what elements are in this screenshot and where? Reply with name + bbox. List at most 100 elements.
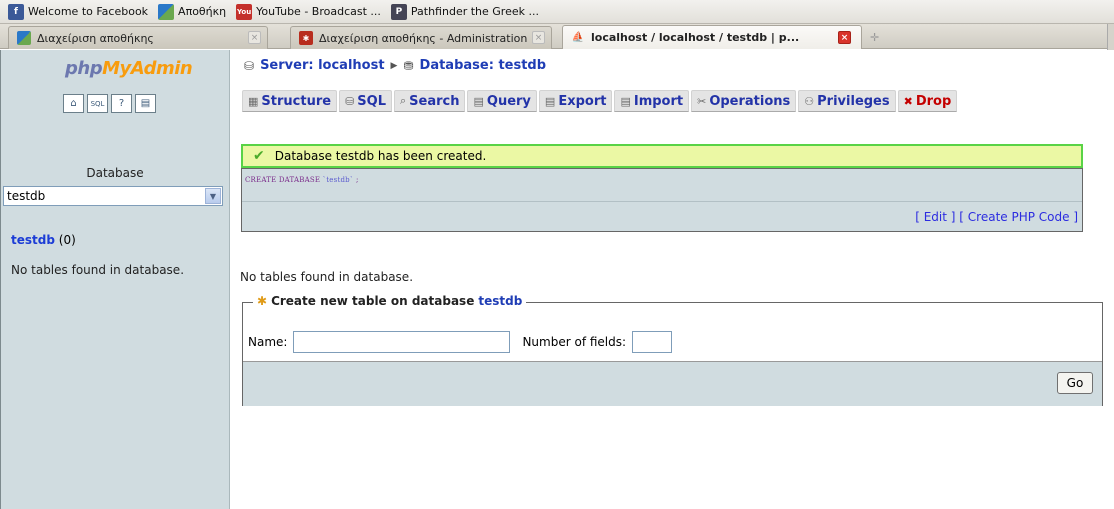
tab-privileges[interactable]: ⚇ Privileges xyxy=(798,90,896,112)
legend-text: Create new table on database xyxy=(271,294,475,308)
notice-text: Database testdb has been created. xyxy=(274,149,487,163)
create-php-code-link[interactable]: Create PHP Code xyxy=(968,210,1070,224)
docs-icon[interactable]: ▤ xyxy=(135,94,156,113)
bookmark-label: Pathfinder the Greek ... xyxy=(410,5,539,18)
tab-label: Drop xyxy=(915,93,952,109)
chevron-down-icon[interactable]: ▼ xyxy=(205,188,221,204)
import-icon: ▤ xyxy=(620,94,631,108)
sql-db-name: `testdb` xyxy=(322,176,354,184)
sql-window-icon[interactable]: SQL xyxy=(87,94,108,113)
no-tables-message: No tables found in database. xyxy=(240,270,414,284)
close-icon[interactable]: × xyxy=(532,31,545,44)
sidebar-database-entry[interactable]: testdb (0) xyxy=(11,233,76,247)
structure-icon: ▦ xyxy=(248,94,259,108)
bookmark-apothiki[interactable]: Αποθήκη xyxy=(158,3,227,20)
go-button[interactable]: Go xyxy=(1057,372,1093,394)
facebook-icon: f xyxy=(8,3,24,20)
fields-label: Number of fields: xyxy=(522,335,627,349)
tab-label: localhost / localhost / testdb | p... xyxy=(591,31,800,44)
database-icon: ⛃ xyxy=(403,58,414,73)
query-icon: ▤ xyxy=(473,94,484,108)
tab-label: Export xyxy=(558,93,607,109)
new-table-icon: ✱ xyxy=(257,294,268,308)
new-tab-icon[interactable]: ✛ xyxy=(870,31,879,44)
server-icon: ⛁ xyxy=(244,58,255,73)
sidebar: phpMyAdmin ⌂ SQL ? ▤ Database testdb ▼ t… xyxy=(0,50,230,509)
help-icon[interactable]: ? xyxy=(111,94,132,113)
tab-label: Search xyxy=(409,93,460,109)
tab-label: Query xyxy=(486,93,531,109)
search-icon: ⌕ xyxy=(399,94,407,107)
bookmarks-bar: f Welcome to Facebook Αποθήκη You YouTub… xyxy=(0,0,1114,24)
create-table-fieldset: ✱ Create new table on database testdb Na… xyxy=(242,294,1103,406)
tab-label: Διαχείριση αποθήκης xyxy=(37,31,154,45)
joomla-admin-icon: ✱ xyxy=(299,31,313,45)
home-icon[interactable]: ⌂ xyxy=(63,94,84,113)
sidebar-db-link[interactable]: testdb xyxy=(11,233,55,247)
tab-label: Privileges xyxy=(817,93,890,109)
create-table-legend: ✱ Create new table on database testdb xyxy=(253,294,527,308)
tab-sql[interactable]: ⛁ SQL xyxy=(339,90,392,112)
server-link[interactable]: Server: localhost xyxy=(260,58,384,73)
arrow-right-icon: ▶ xyxy=(390,60,398,71)
tab-label: SQL xyxy=(357,93,386,109)
tab-label: Διαχείριση αποθήκης - Administration xyxy=(319,31,528,45)
sql-icon: ⛁ xyxy=(345,94,355,108)
drop-icon: ✖ xyxy=(903,94,913,108)
pathfinder-icon: P xyxy=(390,3,407,20)
bookmark-youtube[interactable]: You YouTube - Broadcast ... xyxy=(236,3,381,20)
tab-diaxeirisi[interactable]: Διαχείριση αποθήκης × xyxy=(8,26,268,49)
bookmark-label: Αποθήκη xyxy=(178,5,227,18)
sql-terminator: ; xyxy=(355,176,359,184)
browser-tab-bar: Διαχείριση αποθήκης × ✱ Διαχείριση αποθή… xyxy=(0,24,1114,49)
sql-keyword: CREATE DATABASE xyxy=(245,176,321,184)
close-icon[interactable]: × xyxy=(248,31,261,44)
breadcrumb: ⛁ Server: localhost ▶ ⛃ Database: testdb xyxy=(244,58,546,73)
database-label: Database xyxy=(86,166,144,180)
tab-label: Structure xyxy=(261,93,332,109)
tab-label: Import xyxy=(633,93,684,109)
export-icon: ▤ xyxy=(544,94,556,108)
joomla-icon xyxy=(158,3,175,20)
sql-code: CREATE DATABASE `testdb` ; xyxy=(245,176,359,184)
bookmark-pathfinder[interactable]: P Pathfinder the Greek ... xyxy=(390,3,539,20)
create-table-footer: Go xyxy=(243,361,1102,406)
edit-link[interactable]: Edit xyxy=(924,210,947,224)
database-select[interactable]: testdb ▼ xyxy=(3,186,223,206)
tab-export[interactable]: ▤ Export xyxy=(538,90,613,112)
selected-database: testdb xyxy=(7,189,46,203)
phpmyadmin-icon: ⛵ xyxy=(571,32,585,43)
name-label: Name: xyxy=(248,335,288,349)
number-of-fields-input[interactable] xyxy=(632,331,673,353)
legend-db-name: testdb xyxy=(478,294,523,308)
tab-import[interactable]: ▤ Import xyxy=(614,90,690,112)
tab-query[interactable]: ▤ Query xyxy=(467,90,537,112)
database-link[interactable]: Database: testdb xyxy=(420,58,547,73)
bookmark-label: Welcome to Facebook xyxy=(28,5,149,18)
tab-operations[interactable]: ✂ Operations xyxy=(691,90,797,112)
tab-search[interactable]: ⌕ Search xyxy=(393,90,466,112)
privileges-icon: ⚇ xyxy=(804,94,815,108)
operations-icon: ✂ xyxy=(697,94,707,108)
sql-actions: [ Edit ] [ Create PHP Code ] xyxy=(242,201,1082,232)
success-notice: ✔ Database testdb has been created. xyxy=(241,144,1083,168)
joomla-icon xyxy=(17,31,31,45)
table-name-input[interactable] xyxy=(293,331,511,353)
sql-query-box: CREATE DATABASE `testdb` ; [ Edit ] [ Cr… xyxy=(241,168,1083,232)
bookmark-label: YouTube - Broadcast ... xyxy=(256,5,381,18)
main-content: ⛁ Server: localhost ▶ ⛃ Database: testdb… xyxy=(230,50,1114,509)
tab-drop[interactable]: ✖ Drop xyxy=(897,90,958,112)
bookmark-facebook[interactable]: f Welcome to Facebook xyxy=(8,3,149,20)
checkmark-icon: ✔ xyxy=(253,148,265,164)
tab-administration[interactable]: ✱ Διαχείριση αποθήκης - Administration × xyxy=(290,26,552,49)
sidebar-no-tables: No tables found in database. xyxy=(11,263,185,277)
create-table-form: Name: Number of fields: xyxy=(248,331,673,353)
tab-label: Operations xyxy=(709,93,791,109)
sidebar-db-count: (0) xyxy=(58,233,76,247)
youtube-icon: You xyxy=(236,3,253,20)
phpmyadmin-logo[interactable]: phpMyAdmin xyxy=(65,58,193,79)
close-icon[interactable]: × xyxy=(838,31,851,44)
tab-structure[interactable]: ▦ Structure xyxy=(242,90,338,112)
tab-phpmyadmin[interactable]: ⛵ localhost / localhost / testdb | p... … xyxy=(562,25,862,49)
database-tabs: ▦ Structure ⛁ SQL ⌕ Search ▤ Query ▤ Export ▤… xyxy=(242,90,958,112)
